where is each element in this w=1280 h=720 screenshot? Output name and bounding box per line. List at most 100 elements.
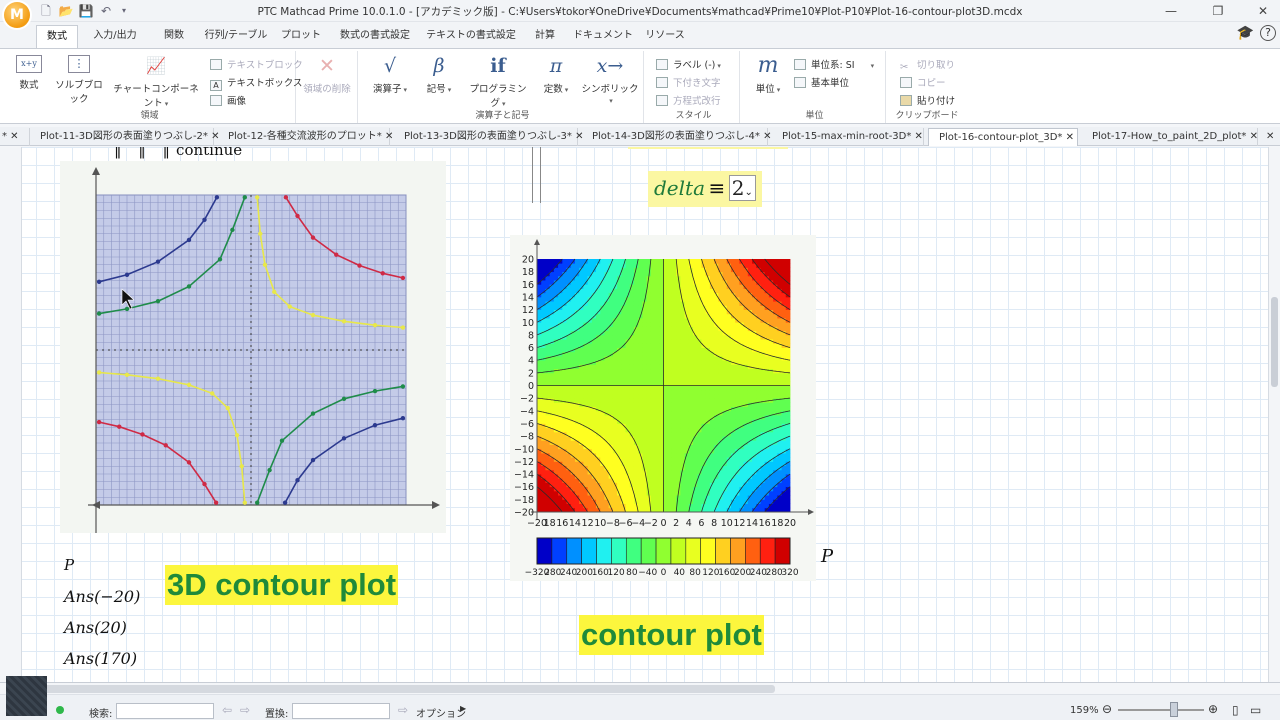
contour-cell (629, 389, 635, 395)
text-box-button[interactable]: A テキストボックス (210, 75, 302, 91)
contour-cell (566, 410, 572, 416)
zoom-slider-handle[interactable] (1170, 702, 1178, 717)
contour-cell (756, 427, 761, 433)
contour-cell (667, 427, 673, 433)
constants-button[interactable]: π 定数 ▾ (536, 55, 576, 95)
contour-cell (570, 499, 576, 504)
contour-cell (596, 322, 601, 327)
contour-cell (587, 355, 593, 361)
tab-input-output[interactable]: 入力/出力 (86, 25, 144, 48)
contour-cell (642, 347, 648, 353)
mathcad-logo-icon[interactable]: M (4, 2, 30, 28)
contour-cell (705, 431, 711, 437)
copy-button[interactable]: コピー (900, 75, 946, 89)
symbols-button[interactable]: β 記号 ▾ (418, 55, 460, 95)
help-icon[interactable]: ? (1260, 25, 1276, 41)
options-arrow-icon[interactable]: ▶ (460, 704, 466, 713)
contour-plot-region[interactable]: −20 −20 −18 18 −16 16 −14 14 −12 12 −10 10 −8 −8 −6 −6−… (510, 235, 816, 581)
programming-button[interactable]: if プログラミング ▾ (466, 55, 530, 109)
doc-tab-plot-13[interactable]: Plot-13-3D図形の表面塗りつぶし-3* ✕ (394, 128, 584, 146)
delete-region-button[interactable]: ✕ 領域の削除 (300, 55, 354, 95)
restore-button[interactable]: ❐ (1203, 2, 1233, 20)
ans-20[interactable]: Ans(20) (64, 618, 127, 637)
zoom-out-icon[interactable]: ⊖ (1102, 702, 1112, 716)
p-variable[interactable]: P (64, 556, 74, 574)
cut-button[interactable]: ✂ 切り取り (900, 57, 955, 73)
title-3d-contour-plot[interactable]: 3D contour plot (165, 565, 399, 605)
options-button[interactable]: オプション (416, 705, 466, 720)
program-continue-line[interactable]: ‖ ‖ ‖continue (114, 147, 242, 159)
tab-functions[interactable]: 関数 (150, 25, 198, 48)
tab-text-formatting[interactable]: テキストの書式設定 (424, 25, 518, 48)
contour-cell (739, 436, 745, 441)
math-region-button[interactable]: x+y 数式 (8, 55, 50, 91)
minimize-button[interactable]: — (1156, 2, 1186, 20)
close-window-button[interactable]: ✕ (1248, 2, 1278, 20)
contour-cell (739, 427, 745, 433)
search-prev-icon[interactable]: ⇦ (222, 703, 232, 717)
tab-matrices-tables[interactable]: 行列/テーブル (204, 25, 268, 48)
base-unit-button[interactable]: 基本単位 (794, 75, 849, 89)
chart-component-button[interactable]: 📈 チャートコンポーネント ▾ (110, 55, 202, 109)
doc-tab-plot-17[interactable]: Plot-17-How_to_paint_2D_plot* ✕ (1082, 128, 1258, 146)
delta-value-dropdown[interactable]: 2⌄ (728, 175, 756, 201)
doc-tab-plot-12[interactable]: Plot-12-各種交流波形のプロット* ✕ (218, 128, 393, 146)
tab-calculation[interactable]: 計算 (524, 25, 566, 48)
label-button[interactable]: ラベル (-) ▾ (656, 57, 721, 71)
tab-math[interactable]: 数式 (36, 25, 78, 48)
doc-tab-plot-15[interactable]: Plot-15-max-min-root-3D* ✕ (772, 128, 924, 146)
search-input[interactable] (116, 703, 214, 719)
title-contour-plot[interactable]: contour plot (579, 615, 764, 655)
contour-plot-svg[interactable]: −20−20−1818−1616−1414−1212−1010−8−8−6−6−… (510, 235, 816, 581)
replace-icon[interactable]: ⇨ (398, 703, 408, 717)
ans-minus-20[interactable]: Ans(−20) (64, 587, 140, 606)
vertical-scroll-thumb[interactable] (1271, 297, 1278, 387)
solve-block-button[interactable]: ⋮ ソルブブロック (52, 55, 106, 105)
plot-3d-region[interactable] (60, 161, 446, 535)
contour-cell (579, 406, 584, 412)
tab-document[interactable]: ドキュメント (572, 25, 634, 48)
units-button[interactable]: m 単位 ▾ (750, 55, 786, 96)
contour-cell (655, 351, 660, 357)
page-view-icon[interactable]: ▯ (1232, 703, 1239, 717)
search-next-icon[interactable]: ⇨ (240, 703, 250, 717)
vertical-scrollbar[interactable] (1268, 147, 1280, 682)
doc-tab-overflow[interactable]: ✕ (1262, 128, 1280, 146)
subscript-button[interactable]: 下付き文字 (656, 75, 721, 89)
doc-tab-plot-14[interactable]: Plot-14-3D図形の表面塗りつぶし-4* ✕ (582, 128, 772, 146)
tab-resources[interactable]: リソース (640, 25, 690, 48)
ans-170[interactable]: Ans(170) (64, 649, 137, 668)
equation-break-button[interactable]: 方程式改行 (656, 93, 721, 107)
contour-cell (756, 377, 761, 382)
horizontal-scroll-thumb[interactable] (30, 685, 775, 693)
doc-tab-plot-16[interactable]: Plot-16-contour-plot_3D* ✕ (928, 128, 1078, 146)
contour-cell (671, 461, 677, 467)
contour-cell (587, 478, 593, 483)
zoom-slider-track[interactable] (1118, 709, 1204, 711)
symbolics-button[interactable]: x→ シンボリック▾ (580, 55, 640, 106)
replace-input[interactable] (292, 703, 390, 719)
plot-3d-svg[interactable] (60, 161, 446, 535)
text-block-button[interactable]: テキストブロック (210, 57, 303, 71)
doc-tab-plot-11[interactable]: Plot-11-3D図形の表面塗りつぶし-2* ✕ (30, 128, 220, 146)
horizontal-scrollbar[interactable] (0, 683, 1280, 695)
zoom-in-icon[interactable]: ⊕ (1208, 702, 1218, 716)
contour-cell (739, 351, 745, 357)
contour-cell (671, 368, 677, 374)
contour-cell (600, 469, 605, 475)
image-button[interactable]: 画像 (210, 93, 246, 107)
paste-button[interactable]: 貼り付け (900, 93, 955, 107)
contour-cell (752, 292, 757, 298)
contour-cell (722, 469, 728, 475)
tab-math-formatting[interactable]: 数式の書式設定 (334, 25, 416, 48)
worksheet[interactable]: ‖ ‖ ‖continue delta ≡ 2⌄ −20 −20 −18 18 −16 1… (0, 147, 1280, 682)
delta-definition[interactable]: delta ≡ 2⌄ (648, 171, 762, 207)
operators-button[interactable]: √ 演算子 ▾ (368, 55, 412, 95)
doc-tab-previous[interactable]: * ✕ (0, 128, 30, 146)
draft-view-icon[interactable]: ▭ (1250, 703, 1261, 717)
contour-cell (773, 259, 778, 264)
tab-plots[interactable]: プロット (276, 25, 326, 48)
academic-cap-icon[interactable]: 🎓 (1237, 25, 1254, 41)
unit-system-dropdown[interactable]: 単位系: SI ▾ (794, 57, 874, 71)
contour-cell (663, 292, 669, 298)
